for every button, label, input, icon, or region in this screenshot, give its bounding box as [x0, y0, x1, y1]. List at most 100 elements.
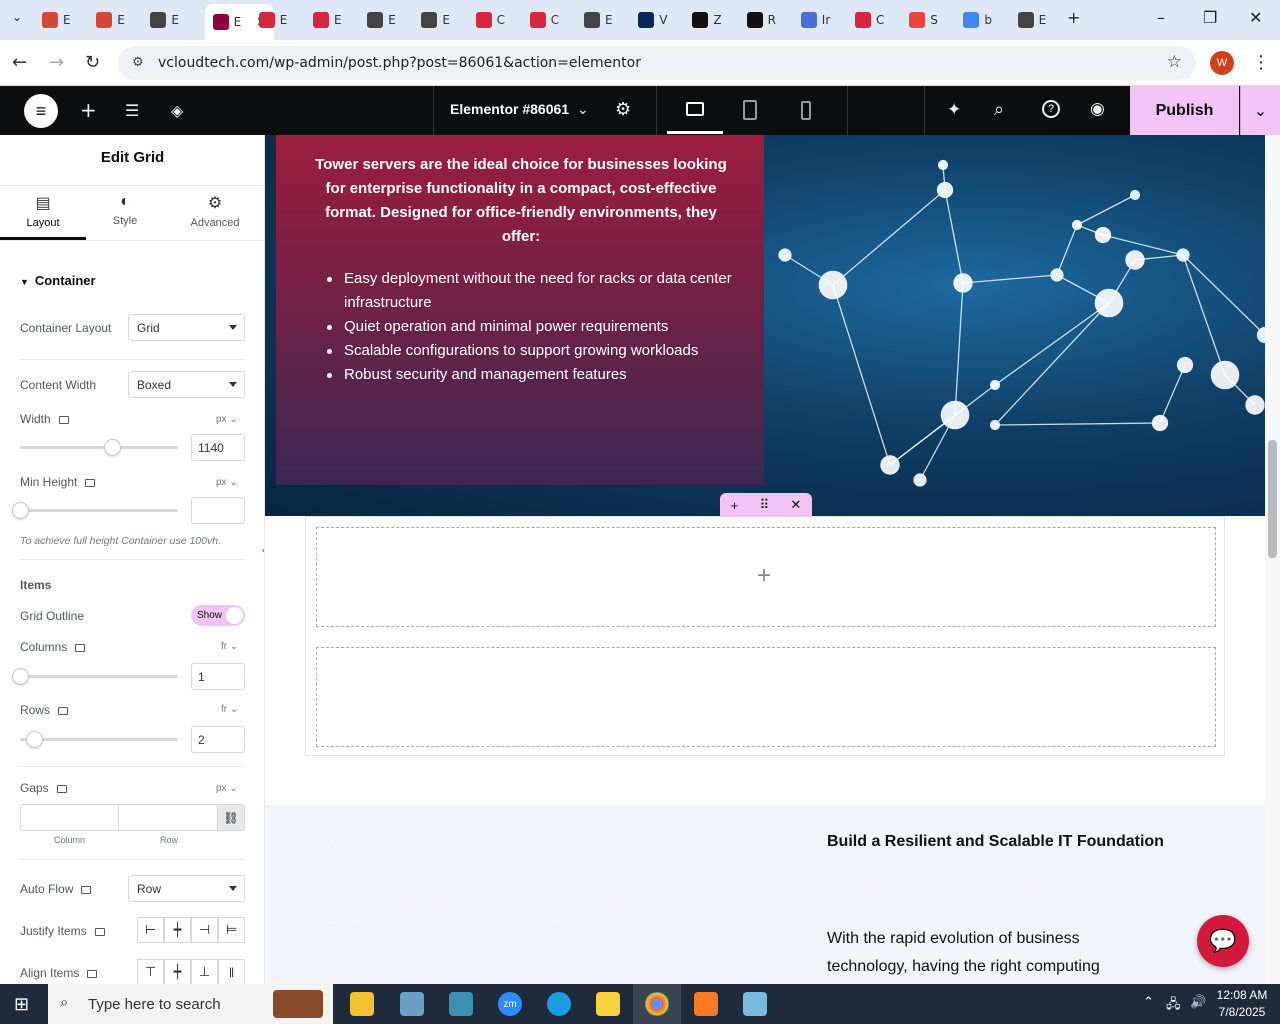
browser-tab[interactable]: E — [42, 6, 71, 34]
min-height-input[interactable] — [191, 497, 245, 524]
app-icon[interactable] — [400, 992, 424, 1016]
finder-search-icon[interactable]: ⌕ — [994, 99, 1004, 120]
content-width-select[interactable]: Boxed — [128, 371, 245, 398]
browser-tab[interactable]: E — [1017, 6, 1046, 34]
mobile-view-icon[interactable] — [801, 101, 811, 120]
tablet-view-icon[interactable] — [743, 100, 757, 120]
chat-widget-icon[interactable]: 💬 — [1197, 915, 1249, 967]
section-toggle-container[interactable]: ▼ Container — [20, 273, 96, 288]
document-title[interactable]: Elementor #86061 — [450, 101, 569, 117]
minimize-icon[interactable]: – — [1157, 8, 1165, 27]
file-explorer-icon[interactable] — [350, 992, 374, 1016]
page-scrollbar[interactable] — [1265, 135, 1280, 984]
browser-tab[interactable]: E — [313, 6, 342, 34]
new-tab-icon[interactable]: + — [1067, 8, 1080, 27]
tab-search-icon[interactable]: ⌄ — [12, 10, 22, 24]
tab-style[interactable]: ◐ Style — [82, 193, 168, 227]
publish-options-button[interactable]: ⌄ — [1240, 86, 1280, 135]
align-center-icon[interactable]: ┿ — [164, 959, 191, 984]
browser-tab[interactable]: C — [475, 6, 505, 34]
browser-tab[interactable]: S — [909, 6, 938, 34]
link-values-icon[interactable]: ⛓ — [217, 804, 245, 831]
grid-outline-toggle[interactable]: Show — [191, 605, 245, 626]
hero-text-box[interactable]: Tower servers are the ideal choice for b… — [276, 135, 764, 485]
columns-input[interactable]: 1 — [191, 663, 245, 690]
delete-container-icon[interactable]: ✕ — [790, 497, 801, 513]
rows-input[interactable]: 2 — [191, 726, 245, 753]
columns-slider[interactable] — [12, 668, 178, 685]
publish-button[interactable]: Publish — [1130, 86, 1239, 135]
width-input[interactable]: 1140 — [191, 434, 245, 461]
browser-tab[interactable]: R — [746, 6, 776, 34]
grid-cell-1[interactable]: + — [316, 527, 1216, 627]
browser-tab[interactable]: E — [96, 6, 125, 34]
structure-layers-icon[interactable]: ◈ — [171, 101, 183, 120]
rows-slider-handle[interactable] — [26, 731, 44, 748]
zoom-icon[interactable]: zm — [498, 992, 522, 1016]
bookmark-star-icon[interactable]: ☆ — [1167, 52, 1182, 72]
network-icon[interactable]: 🖧 — [1166, 995, 1181, 1017]
desktop-view-icon[interactable] — [686, 102, 704, 116]
align-end-icon[interactable]: ⊥ — [191, 959, 218, 984]
browser-tab[interactable]: Ir — [800, 6, 830, 34]
volume-icon[interactable]: 🔊 — [1190, 994, 1206, 1010]
gap-row-input[interactable] — [118, 804, 218, 831]
align-start-icon[interactable]: ⊤ — [137, 959, 164, 984]
gaps-unit-select[interactable]: px ⌄ — [216, 783, 238, 794]
justify-stretch-icon[interactable]: ⊨ — [218, 917, 245, 943]
justify-end-icon[interactable]: ⊣ — [191, 917, 218, 943]
browser-tab[interactable]: E — [258, 6, 287, 34]
profile-avatar[interactable]: W — [1210, 51, 1234, 75]
browser-tab[interactable]: E — [150, 6, 179, 34]
container-layout-select[interactable]: Grid — [128, 314, 245, 341]
min-height-unit-select[interactable]: px ⌄ — [216, 477, 238, 488]
min-height-slider-handle[interactable] — [12, 502, 29, 519]
justify-center-icon[interactable]: ┿ — [164, 917, 191, 943]
scrollbar-thumb[interactable] — [1268, 440, 1277, 558]
sticky-notes-icon[interactable] — [596, 992, 620, 1016]
grid-cell-2[interactable] — [316, 647, 1216, 747]
close-window-icon[interactable]: ✕ — [1249, 8, 1262, 27]
tab-advanced[interactable]: ⚙ Advanced — [172, 193, 258, 229]
notifications-icon[interactable]: ✦ — [947, 100, 961, 120]
browser-tab[interactable]: b — [963, 6, 992, 34]
min-height-slider[interactable] — [12, 502, 178, 519]
browser-tab[interactable]: C — [855, 6, 884, 34]
site-info-icon[interactable]: ⚙ — [132, 54, 144, 70]
browser-menu-icon[interactable]: ⋮ — [1252, 52, 1270, 73]
justify-start-icon[interactable]: ⊢ — [137, 917, 164, 943]
browser-tab[interactable]: E — [421, 6, 450, 34]
width-unit-select[interactable]: px ⌄ — [216, 414, 238, 425]
grid-container[interactable]: + — [305, 516, 1225, 756]
gap-column-input[interactable] — [20, 804, 119, 831]
taskbar-search-box[interactable]: ⌕ Type here to search — [48, 984, 333, 1024]
browser-tab[interactable]: E — [584, 6, 613, 34]
width-slider[interactable] — [20, 439, 178, 456]
browser-tab[interactable]: E — [367, 6, 396, 34]
add-element-icon[interactable]: + — [80, 98, 97, 122]
rows-slider[interactable] — [20, 731, 178, 748]
browser-tab[interactable]: V — [638, 6, 667, 34]
chevron-down-icon[interactable]: ⌄ — [577, 102, 589, 118]
address-bar[interactable]: ⚙ vcloudtech.com/wp-admin/post.php?post=… — [118, 46, 1196, 80]
tray-chevron-icon[interactable]: ⌃ — [1143, 994, 1154, 1010]
page-settings-icon[interactable]: ⚙ — [615, 99, 631, 120]
elementor-logo-icon[interactable]: ≡ — [24, 94, 58, 128]
columns-unit-select[interactable]: fr ⌄ — [221, 641, 238, 652]
width-slider-handle[interactable] — [103, 439, 121, 456]
taskbar-clock[interactable]: 12:08 AM 7/8/2025 — [1212, 987, 1272, 1021]
reload-icon[interactable]: ↻ — [85, 52, 100, 73]
hero-section[interactable]: Tower servers are the ideal choice for b… — [265, 135, 1265, 516]
add-container-icon[interactable]: + — [731, 498, 739, 513]
help-icon[interactable]: ? — [1042, 100, 1060, 118]
forward-icon[interactable]: → — [49, 52, 64, 73]
xampp-icon[interactable] — [694, 992, 718, 1016]
app-icon[interactable] — [743, 992, 767, 1016]
rows-unit-select[interactable]: fr ⌄ — [221, 704, 238, 715]
browser-tab[interactable]: Z — [692, 6, 722, 34]
maximize-icon[interactable]: ❐ — [1203, 8, 1217, 27]
tab-layout[interactable]: ▤ Layout — [0, 193, 86, 229]
browser-tab[interactable]: C — [529, 6, 559, 34]
app-icon[interactable] — [449, 992, 473, 1016]
edge-icon[interactable] — [547, 992, 571, 1016]
